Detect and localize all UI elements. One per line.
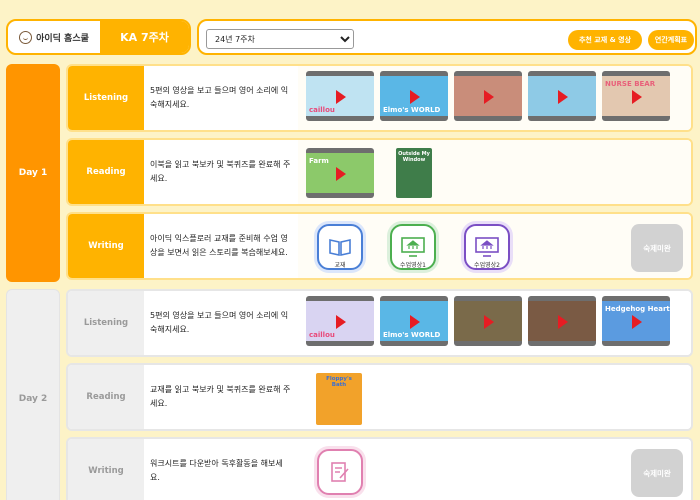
reading-materials: Floppy's Bath	[298, 365, 691, 429]
video-thumbnail[interactable]	[454, 71, 522, 121]
video-thumbnail[interactable]: Elmo's WORLD	[380, 296, 448, 346]
writing-tools: 교재 수업영상1 수업영상2 숙제미완	[298, 214, 691, 278]
week-select[interactable]: 24년 7주차	[206, 29, 354, 49]
day-1-tab: Day 1	[6, 64, 60, 282]
video-thumbnail[interactable]: Hedgehog Heart	[602, 296, 670, 346]
row-description: 이북을 읽고 북보카 및 북퀴즈를 완료해 주세요.	[144, 140, 298, 204]
book-cover[interactable]: Outside My Window	[396, 148, 432, 198]
play-icon	[410, 315, 420, 329]
book-cover[interactable]: Floppy's Bath	[316, 373, 362, 425]
row-label: Listening	[68, 291, 144, 355]
row-label: Reading	[68, 140, 144, 204]
home-logo[interactable]: 아이딕 홈스쿨	[8, 21, 100, 53]
video-thumbnail[interactable]: caillou	[306, 71, 374, 121]
row-label: Writing	[68, 214, 144, 278]
bear-face-icon	[19, 30, 33, 44]
day1-listening-row: Listening 5편의 영상을 보고 들으며 영어 소리에 익숙해지세요. …	[66, 64, 693, 132]
day1-writing-row: Writing 아이딕 익스플로러 교재를 준비해 수업 영상을 보면서 읽은 …	[66, 212, 693, 280]
video-thumbnail[interactable]: NURSE BEAR	[602, 71, 670, 121]
row-label: Listening	[68, 66, 144, 130]
homework-status-button[interactable]: 숙제미완	[631, 449, 683, 497]
video-thumbnail[interactable]	[528, 296, 596, 346]
row-description: 워크시트를 다운받아 독후활동을 해보세요.	[144, 439, 298, 500]
row-label: Reading	[68, 365, 144, 429]
row-description: 5편의 영상을 보고 들으며 영어 소리에 익숙해지세요.	[144, 66, 298, 130]
play-icon	[558, 315, 568, 329]
annual-plan-button[interactable]: 연간계획표	[648, 30, 694, 50]
video-thumbnail[interactable]: Elmo's WORLD	[380, 71, 448, 121]
play-icon	[336, 90, 346, 104]
play-icon	[558, 90, 568, 104]
row-description: 교재를 읽고 북보카 및 북퀴즈를 완료해 주세요.	[144, 365, 298, 429]
row-description: 5편의 영상을 보고 들으며 영어 소리에 익숙해지세요.	[144, 291, 298, 355]
writing-tools: 숙제미완	[298, 439, 691, 500]
homework-status-button[interactable]: 숙제미완	[631, 224, 683, 272]
day2-listening-row: Listening 5편의 영상을 보고 들으며 영어 소리에 익숙해지세요. …	[66, 289, 693, 357]
worksheet-icon[interactable]	[317, 449, 363, 495]
day-2-tab: Day 2	[6, 289, 60, 500]
row-label: Writing	[68, 439, 144, 500]
day2-reading-row: Reading 교재를 읽고 북보카 및 북퀴즈를 완료해 주세요. Flopp…	[66, 363, 693, 431]
play-icon	[410, 90, 420, 104]
reading-materials: Farm Outside My Window	[298, 140, 691, 204]
toolbar: 24년 7주차 추천 교재 & 영상 연간계획표	[197, 19, 697, 55]
video-thumbnail[interactable]	[454, 296, 522, 346]
video-thumbnail[interactable]	[528, 71, 596, 121]
brand-name: 아이딕 홈스쿨	[36, 33, 89, 44]
day2-writing-row: Writing 워크시트를 다운받아 독후활동을 해보세요. 숙제미완	[66, 437, 693, 500]
video-list: caillou Elmo's WORLD NURSE BEAR	[298, 66, 691, 130]
video-list: caillou Elmo's WORLD Hedgehog Heart	[298, 291, 691, 355]
play-icon	[336, 167, 346, 181]
brand-box: 아이딕 홈스쿨 KA 7주차	[6, 19, 191, 55]
week-title: KA 7주차	[100, 21, 189, 53]
recommend-materials-button[interactable]: 추천 교재 & 영상	[568, 30, 642, 50]
play-icon	[484, 315, 494, 329]
day1-reading-row: Reading 이북을 읽고 북보카 및 북퀴즈를 완료해 주세요. Farm …	[66, 138, 693, 206]
play-icon	[632, 90, 642, 104]
header: 아이딕 홈스쿨 KA 7주차 24년 7주차 추천 교재 & 영상 연간계획표	[0, 0, 700, 60]
video-thumbnail[interactable]: caillou	[306, 296, 374, 346]
play-icon	[336, 315, 346, 329]
play-icon	[632, 315, 642, 329]
row-description: 아이딕 익스플로러 교재를 준비해 수업 영상을 보면서 읽은 스토리를 복습해…	[144, 214, 298, 278]
ebook-video-thumbnail[interactable]: Farm	[306, 148, 374, 198]
play-icon	[484, 90, 494, 104]
